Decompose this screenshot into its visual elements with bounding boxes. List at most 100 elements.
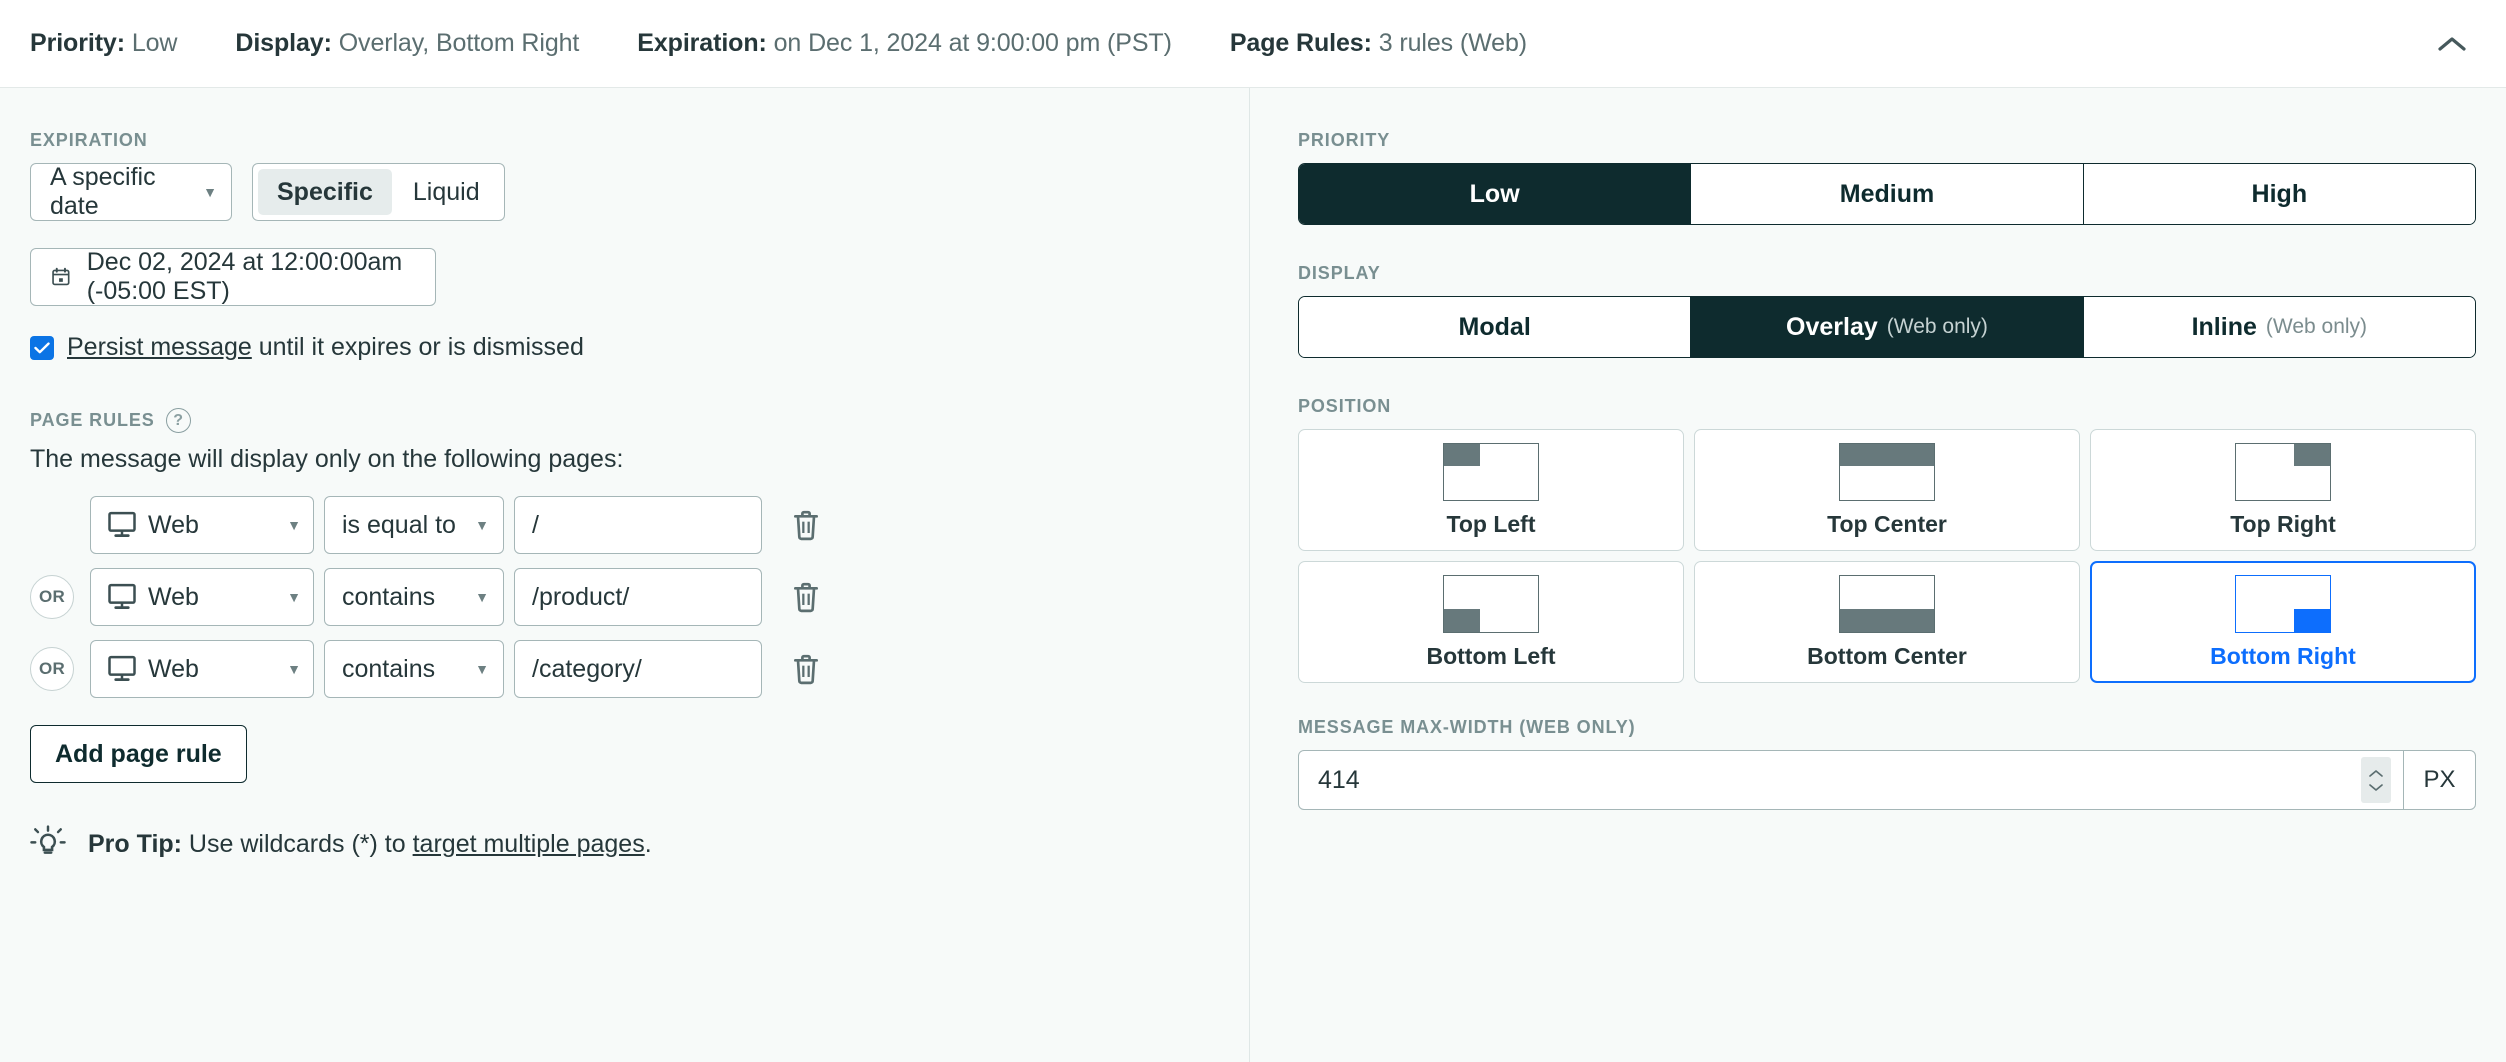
position-section-label-text: POSITION bbox=[1298, 396, 1392, 416]
rule-value-input[interactable]: /product/ bbox=[514, 568, 762, 626]
display-option-inline[interactable]: Inline (Web only) bbox=[2083, 297, 2475, 357]
chevron-down-icon: ▼ bbox=[287, 517, 301, 533]
expiration-mode-liquid[interactable]: Liquid bbox=[394, 169, 499, 215]
chevron-down-icon: ▼ bbox=[475, 589, 489, 605]
display-option-modal-label: Modal bbox=[1458, 312, 1531, 341]
expiration-section-label: EXPIRATION bbox=[30, 130, 1249, 151]
delete-rule-button[interactable] bbox=[788, 577, 824, 617]
summary-label-priority: Priority: bbox=[30, 29, 125, 57]
rule-value-text: /category/ bbox=[532, 654, 642, 683]
max-width-unit: PX bbox=[2403, 751, 2475, 809]
summary-label-display: Display: bbox=[235, 29, 332, 57]
rule-operator-select[interactable]: is equal to ▼ bbox=[324, 496, 504, 554]
position-thumbnail bbox=[1839, 442, 1935, 501]
position-thumbnail bbox=[1839, 574, 1935, 633]
page-rules-section-label-text: PAGE RULES bbox=[30, 410, 155, 430]
display-option-inline-label: Inline bbox=[2191, 312, 2257, 341]
max-width-stepper[interactable] bbox=[2361, 757, 2391, 803]
expiration-date-input[interactable]: Dec 02, 2024 at 12:00:00am (-05:00 EST) bbox=[30, 248, 436, 306]
expiration-date-value: Dec 02, 2024 at 12:00:00am (-05:00 EST) bbox=[86, 248, 403, 305]
display-option-modal[interactable]: Modal bbox=[1299, 297, 1692, 357]
position-cell-label: Bottom Right bbox=[2210, 642, 2356, 669]
persist-message-link[interactable]: Persist message bbox=[67, 333, 252, 361]
rule-source-value: Web bbox=[148, 654, 199, 683]
page-rules-section-label: PAGE RULES ? bbox=[30, 408, 1249, 433]
rule-value-input[interactable]: / bbox=[514, 496, 762, 554]
pro-tip-link[interactable]: target multiple pages bbox=[413, 830, 645, 858]
position-cell-label: Top Right bbox=[2230, 510, 2336, 537]
priority-option-medium[interactable]: Medium bbox=[1691, 164, 2084, 224]
position-cell-top-left[interactable]: Top Left bbox=[1298, 429, 1684, 551]
position-cell-top-right[interactable]: Top Right bbox=[2090, 429, 2476, 551]
position-cell-label: Top Center bbox=[1827, 510, 1947, 537]
position-cell-label: Bottom Center bbox=[1807, 642, 1967, 669]
position-thumbnail bbox=[2235, 574, 2331, 633]
pro-tip-row: Pro Tip: Use wildcards (*) to target mul… bbox=[30, 825, 1249, 863]
display-option-overlay[interactable]: Overlay (Web only) bbox=[1691, 297, 2084, 357]
summary-item-display: Display: Overlay, Bottom Right bbox=[235, 29, 579, 58]
expiration-mode-toggle: Specific Liquid bbox=[252, 163, 505, 221]
expiration-mode-specific[interactable]: Specific bbox=[258, 169, 392, 215]
summary-item-page-rules: Page Rules: 3 rules (Web) bbox=[1230, 29, 1527, 58]
collapse-section-button[interactable] bbox=[2428, 20, 2476, 68]
rule-operator-select[interactable]: contains ▼ bbox=[324, 640, 504, 698]
summary-label-page-rules: Page Rules: bbox=[1229, 29, 1372, 57]
position-cell-label: Bottom Left bbox=[1426, 642, 1556, 669]
summary-item-priority: Priority: Low bbox=[30, 29, 177, 58]
position-thumbnail bbox=[1443, 442, 1539, 501]
delete-rule-button[interactable] bbox=[788, 649, 824, 689]
trash-icon bbox=[794, 510, 819, 541]
summary-item-expiration: Expiration: on Dec 1, 2024 at 9:00:00 pm… bbox=[637, 29, 1172, 58]
position-cell-bottom-center[interactable]: Bottom Center bbox=[1694, 561, 2080, 683]
max-width-value: 414 bbox=[1318, 765, 1360, 794]
persist-message-rest: until it expires or is dismissed bbox=[251, 333, 584, 361]
monitor-icon bbox=[108, 583, 136, 609]
question-mark-icon[interactable]: ? bbox=[165, 408, 191, 433]
rule-operator-select[interactable]: contains ▼ bbox=[324, 568, 504, 626]
position-cell-bottom-left[interactable]: Bottom Left bbox=[1298, 561, 1684, 683]
page-rule-row: OR Web ▼ contains ▼ /category/ bbox=[30, 640, 1249, 698]
chevron-up-icon bbox=[2369, 769, 2383, 777]
rule-source-select[interactable]: Web ▼ bbox=[90, 496, 314, 554]
page-rule-row: OR Web ▼ contains ▼ /product/ bbox=[30, 568, 1249, 626]
expiration-type-value: A specific date bbox=[50, 163, 156, 220]
position-cell-label: Top Left bbox=[1446, 510, 1536, 537]
chevron-down-icon: ▼ bbox=[475, 517, 489, 533]
priority-option-low[interactable]: Low bbox=[1299, 164, 1692, 224]
rule-connector-slot: OR bbox=[30, 647, 90, 691]
display-option-overlay-sub: (Web only) bbox=[1886, 315, 1988, 338]
page-rules-block: PAGE RULES ? The message will display on… bbox=[30, 408, 1249, 863]
max-width-input[interactable]: 414 bbox=[1299, 751, 2361, 809]
expiration-controls-row: A specific date ▼ Specific Liquid bbox=[30, 163, 1249, 221]
left-panel: EXPIRATION A specific date ▼ Specific Li… bbox=[0, 88, 1250, 1062]
add-page-rule-button[interactable]: Add page rule bbox=[30, 725, 247, 783]
rule-source-select[interactable]: Web ▼ bbox=[90, 568, 314, 626]
right-panel: PRIORITY Low Medium High DISPLAY Modal O… bbox=[1250, 88, 2506, 1062]
rule-source-value: Web bbox=[148, 582, 199, 611]
monitor-icon bbox=[108, 655, 136, 681]
position-cell-top-center[interactable]: Top Center bbox=[1694, 429, 2080, 551]
persist-message-checkbox[interactable] bbox=[30, 335, 54, 360]
priority-option-high[interactable]: High bbox=[2083, 164, 2475, 224]
rule-connector-slot: OR bbox=[30, 575, 90, 619]
pro-tip-text: Use wildcards (*) to bbox=[181, 829, 413, 858]
summary-header-bar: Priority: Low Display: Overlay, Bottom R… bbox=[0, 0, 2506, 88]
expiration-section-label-text: EXPIRATION bbox=[30, 130, 148, 150]
expiration-type-select[interactable]: A specific date ▼ bbox=[30, 163, 232, 221]
chevron-down-icon: ▼ bbox=[287, 661, 301, 677]
rule-source-select[interactable]: Web ▼ bbox=[90, 640, 314, 698]
display-section-label-text: DISPLAY bbox=[1298, 263, 1381, 283]
rule-source-value: Web bbox=[148, 510, 199, 539]
page-rules-description: The message will display only on the fol… bbox=[30, 445, 624, 473]
priority-section-label: PRIORITY bbox=[1298, 130, 2476, 151]
max-width-section-label: MESSAGE MAX-WIDTH (WEB ONLY) bbox=[1298, 717, 2476, 738]
delete-rule-button[interactable] bbox=[788, 505, 824, 545]
rule-operator-value: is equal to bbox=[342, 510, 456, 539]
rule-connector-or: OR bbox=[30, 575, 74, 619]
position-cell-bottom-right[interactable]: Bottom Right bbox=[2090, 561, 2476, 683]
priority-section-label-text: PRIORITY bbox=[1298, 130, 1391, 150]
chevron-down-icon bbox=[2369, 783, 2383, 791]
display-option-inline-sub: (Web only) bbox=[2265, 315, 2368, 338]
rule-value-input[interactable]: /category/ bbox=[514, 640, 762, 698]
chevron-down-icon: ▼ bbox=[475, 661, 489, 677]
